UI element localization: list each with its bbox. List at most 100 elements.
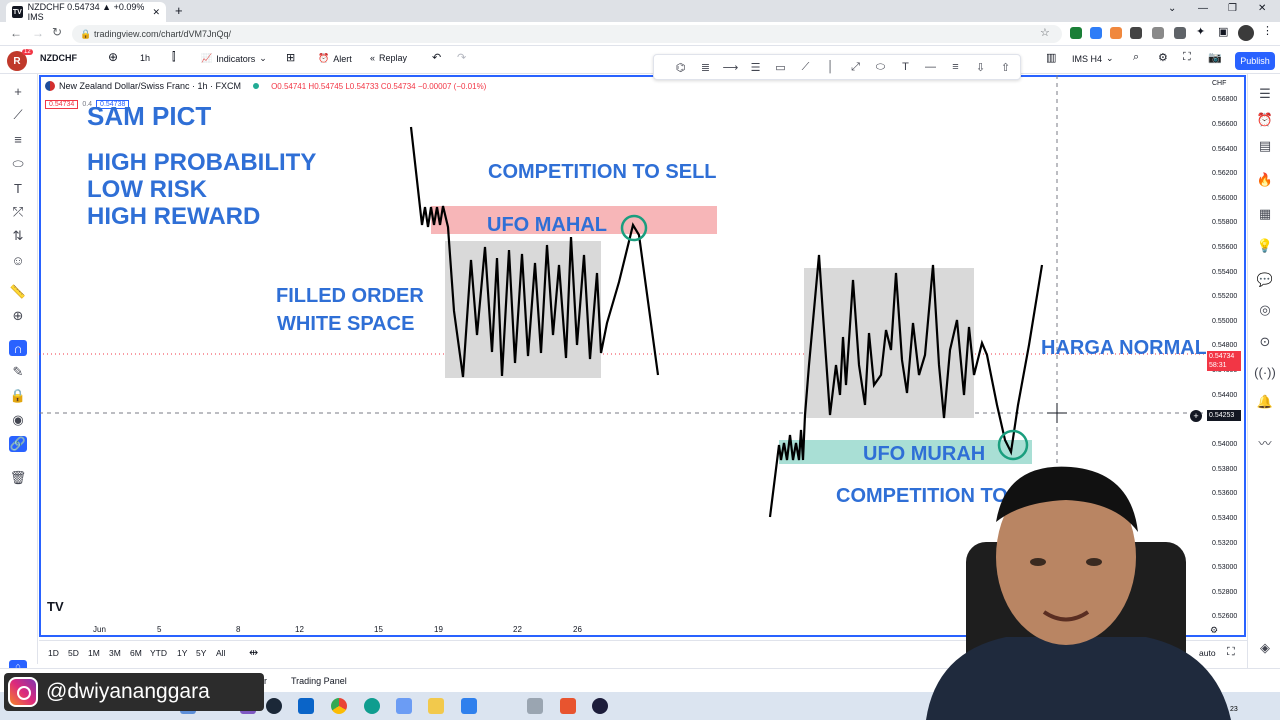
edge-icon[interactable] [364,698,380,714]
puzzle-icon[interactable]: ✦ [1196,25,1205,38]
magnet-icon[interactable]: ∩ [9,340,27,356]
crosshair-icon[interactable]: + [9,83,27,99]
interval-button[interactable]: 1h [140,53,150,63]
back-icon[interactable]: ← [10,26,22,40]
trash-icon[interactable]: 🗑 [9,470,27,486]
reload-icon[interactable]: ↻ [52,25,62,39]
notifications-icon[interactable]: ⊙ [1256,334,1274,350]
indicators-button[interactable]: 📈 Indicators ⌄ [201,53,267,64]
range-5y[interactable]: 5Y [196,648,206,658]
browser-tab[interactable]: TV NZDCHF 0.54734 ▲ +0.09% IMS ✕ [6,2,166,22]
extension-icon[interactable] [1152,27,1164,39]
url-field[interactable]: 🔒 tradingview.com/chart/dVM7JnQq/ [72,25,1062,43]
calendar-icon[interactable]: ▦ [1256,206,1274,222]
alerts-icon[interactable]: ⏰ [1256,112,1274,128]
extension-icon[interactable] [1070,27,1082,39]
menu-icon[interactable]: ⋮ [1262,24,1273,37]
trend-line-icon[interactable]: ⟋ [9,107,27,123]
ray-icon[interactable]: ⤢ [847,60,864,74]
range-all[interactable]: All [216,648,225,658]
panel-tab-partial[interactable]: r [264,676,267,686]
layers-icon[interactable]: ◈ [1256,640,1274,656]
fib-icon[interactable]: ≡ [9,131,27,147]
fullscreen-icon[interactable]: ⛶ [1183,51,1191,64]
prediction-icon[interactable]: ⇅ [9,228,27,244]
star-icon[interactable]: ☆ [1040,26,1050,39]
extension-icon[interactable] [1130,27,1142,39]
vertical-line-icon[interactable]: │ [822,60,839,74]
fib-retracement-icon[interactable]: ≡ [947,60,964,74]
lock-icon[interactable]: 🔒 [9,388,27,404]
range-5d[interactable]: 5D [68,648,79,658]
chevron-down-icon[interactable]: ⌄ [1168,3,1176,14]
extension-icon[interactable] [1090,27,1102,39]
chrome-icon[interactable] [331,698,347,714]
arrow-down-icon[interactable]: ⇩ [972,60,989,74]
range-1y[interactable]: 1Y [177,648,187,658]
undo-icon[interactable]: ↶ [432,51,441,64]
close-window-icon[interactable]: ✕ [1258,3,1266,14]
range-6m[interactable]: 6M [130,648,142,658]
shape-icon[interactable]: ⬭ [9,156,27,172]
text-icon[interactable]: T [9,180,27,196]
minimize-icon[interactable]: — [1198,3,1208,14]
range-3m[interactable]: 3M [109,648,121,658]
forward-icon[interactable]: → [32,26,44,40]
broadcast-icon[interactable]: ((·)) [1254,364,1276,380]
gear-icon[interactable]: ⚙ [1158,51,1168,64]
new-tab-icon[interactable]: + [175,3,183,18]
streams-icon[interactable]: ◎ [1256,302,1274,318]
app-icon[interactable] [592,698,608,714]
parallel-channel-icon[interactable]: ☰ [747,60,764,74]
redo-icon[interactable]: ↷ [457,51,466,64]
ellipse-icon[interactable]: ⬭ [872,60,889,74]
horizontal-line-icon[interactable]: — [922,60,939,74]
range-ytd[interactable]: YTD [150,648,167,658]
channel-icon[interactable]: ≣ [697,60,714,74]
rectangle-icon[interactable]: ▭ [772,60,789,74]
templates-icon[interactable]: ⊞ [286,51,295,64]
watchlist-icon[interactable]: ☰ [1256,86,1274,102]
close-icon[interactable]: ✕ [152,7,160,18]
range-1m[interactable]: 1M [88,648,100,658]
pencil-lock-icon[interactable]: ✎ [9,364,27,380]
range-1d[interactable]: 1D [48,648,59,658]
bell-icon[interactable]: 🔔 [1256,394,1274,410]
steam-icon[interactable] [266,698,282,714]
folder-icon[interactable] [428,698,444,714]
eye-icon[interactable]: ◉ [9,412,27,428]
text-icon[interactable]: T [897,60,914,74]
replay-button[interactable]: «Replay [370,53,407,63]
app-icon[interactable] [461,698,477,714]
app-icon[interactable] [396,698,412,714]
hotlists-icon[interactable]: 🔥 [1256,172,1274,188]
candles-icon[interactable]: ⫿ [172,51,176,64]
arrow-up-icon[interactable]: ⇧ [997,60,1014,74]
tree-icon[interactable]: ⌬ [672,60,689,74]
emoji-icon[interactable]: ☺ [9,252,27,268]
ideas-icon[interactable]: 💡 [1256,238,1274,254]
pulse-icon[interactable]: 〰 [1256,434,1274,451]
camera-icon[interactable]: 📷 [1208,51,1222,64]
sidebar-icon[interactable]: ▣ [1218,25,1228,38]
metamask-icon[interactable] [1110,27,1122,39]
publish-button[interactable]: Publish [1235,52,1275,70]
layout-name-button[interactable]: IMS H4 ⌄ [1072,53,1114,64]
data-window-icon[interactable]: ▤ [1256,138,1274,154]
app-icon[interactable] [527,698,543,714]
trend-line-icon[interactable]: ⟋ [797,60,814,74]
profile-avatar[interactable] [1238,25,1254,41]
symbol-search[interactable]: NZDCHF [40,53,77,63]
extension-icon[interactable] [1174,27,1186,39]
alert-button[interactable]: ⏰ Alert [318,53,352,64]
zoom-in-icon[interactable]: ⊕ [9,308,27,324]
horizontal-ray-icon[interactable]: ⟶ [722,60,739,74]
maximize-icon[interactable]: ❐ [1228,3,1237,14]
app-icon[interactable] [560,698,576,714]
ruler-icon[interactable]: 📏 [9,284,27,300]
chat-icon[interactable]: 💬 [1256,272,1274,288]
add-alert-icon[interactable]: + [1190,410,1202,422]
mail-icon[interactable] [298,698,314,714]
legend-title[interactable]: New Zealand Dollar/Swiss Franc · 1h · FX… [59,81,241,91]
pattern-icon[interactable]: ⤱ [9,204,27,220]
